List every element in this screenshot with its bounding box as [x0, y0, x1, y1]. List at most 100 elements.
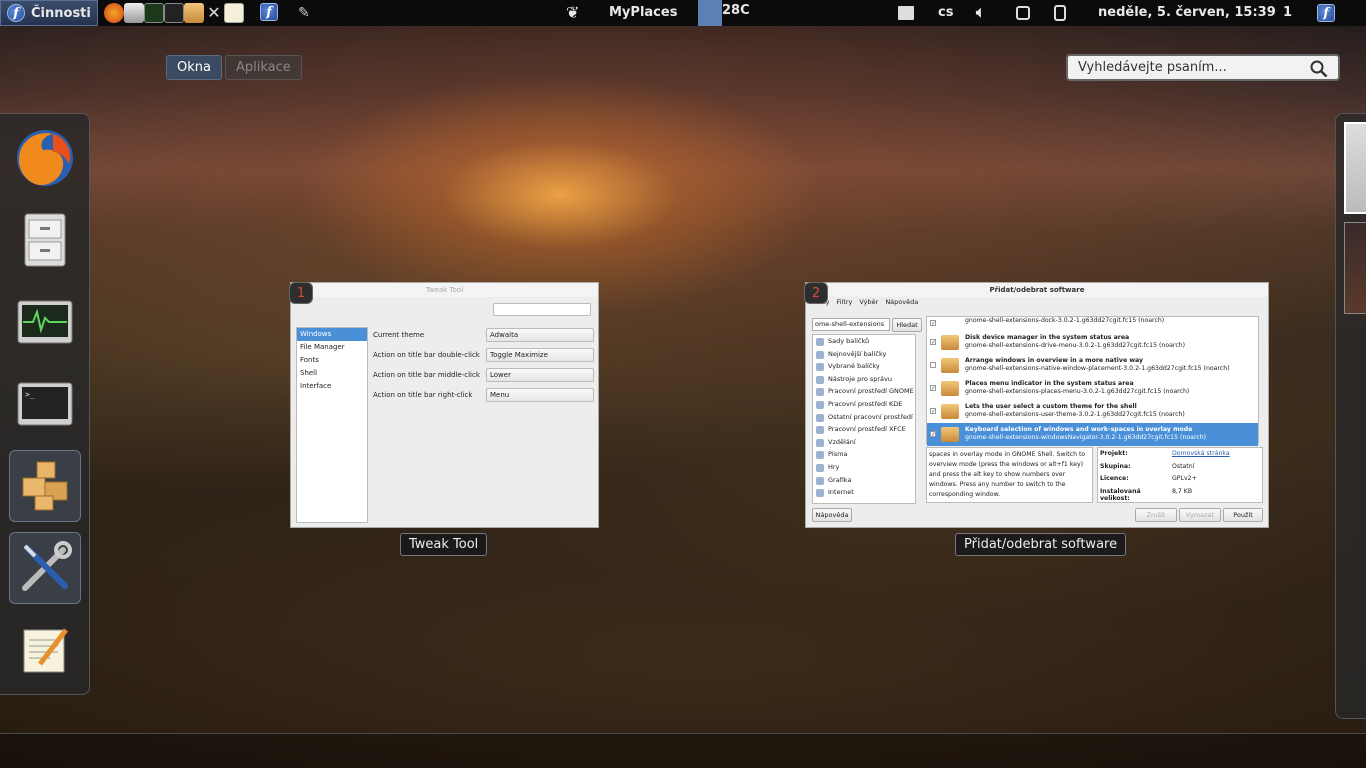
sidebar-item-interface[interactable]: Interface: [297, 380, 367, 393]
sidebar-item-windows[interactable]: Windows: [297, 328, 367, 341]
package-id: gnome-shell-extensions-native-window-pla…: [965, 365, 1230, 372]
package-checkbox[interactable]: ✓: [930, 320, 936, 327]
theme-combo[interactable]: Adwaita: [486, 328, 594, 342]
tweak-search-field[interactable]: [493, 303, 591, 316]
menu-filters[interactable]: Filtry: [836, 298, 852, 306]
dash-tweak-tool[interactable]: [9, 532, 81, 604]
clear-button[interactable]: Vymazat: [1179, 508, 1221, 522]
tab-applications[interactable]: Aplikace: [224, 55, 302, 80]
group-item[interactable]: Ostatní pracovní prostředí: [813, 411, 915, 424]
detail-label: Skupina:: [1100, 462, 1131, 470]
dash-files[interactable]: [9, 204, 81, 276]
window-number-badge: 1: [289, 282, 313, 304]
sidebar-item-shell[interactable]: Shell: [297, 367, 367, 380]
package-description: spaces in overlay mode in GNOME Shell. S…: [926, 447, 1093, 503]
battery-icon[interactable]: [1054, 5, 1066, 21]
group-item[interactable]: Vzdělání: [813, 436, 915, 449]
search-placeholder: Vyhledávejte psaním...: [1078, 60, 1227, 75]
window-title: Tweak Tool: [291, 283, 598, 297]
group-item[interactable]: Internet: [813, 486, 915, 499]
weather-cloud-icon[interactable]: [698, 0, 722, 26]
group-item[interactable]: Sady balíčků: [813, 335, 915, 348]
group-item[interactable]: Nástroje pro správu: [813, 373, 915, 386]
double-click-combo[interactable]: Toggle Maximize: [486, 348, 594, 362]
window-caption-tweak-tool[interactable]: Tweak Tool: [400, 533, 488, 556]
system-monitor-launcher-icon[interactable]: [144, 3, 164, 23]
weather-temperature[interactable]: 28C: [722, 3, 750, 18]
text-editor-launcher-icon[interactable]: [224, 3, 244, 23]
package-row[interactable]: Arrange windows in overview in a more na…: [927, 354, 1258, 377]
window-preview-add-remove-software[interactable]: Přidat/odebrat software Balíky Filtry Vý…: [805, 282, 1269, 528]
file-cabinet-launcher-icon[interactable]: [124, 3, 144, 23]
volume-icon[interactable]: 🔈︎: [976, 3, 985, 21]
group-item[interactable]: Pracovní prostředí KDE: [813, 398, 915, 411]
package-checkbox[interactable]: [930, 362, 936, 368]
package-row[interactable]: ✓ Lets the user select a custom theme fo…: [927, 400, 1258, 423]
search-input[interactable]: Vyhledávejte psaním...: [1066, 54, 1340, 81]
menu-selection[interactable]: Výběr: [859, 298, 878, 306]
group-item[interactable]: Nejnovější balíčky: [813, 348, 915, 361]
activities-button[interactable]: f Činnosti: [0, 0, 98, 26]
fedora-menu-icon[interactable]: f: [1317, 4, 1335, 22]
right-click-combo[interactable]: Menu: [486, 388, 594, 402]
window-title: Přidat/odebrat software: [806, 283, 1268, 297]
packages-launcher-icon[interactable]: [184, 3, 204, 23]
dash-text-editor[interactable]: [9, 614, 81, 686]
group-item[interactable]: Hry: [813, 461, 915, 474]
places-folder-icon[interactable]: [898, 6, 914, 20]
help-button[interactable]: Nápověda: [812, 508, 852, 522]
search-button[interactable]: Hledat: [892, 318, 922, 332]
dash-firefox[interactable]: [9, 122, 81, 194]
package-checkbox[interactable]: ✓: [930, 339, 936, 346]
tab-windows[interactable]: Okna: [166, 55, 222, 80]
package-row[interactable]: ✓ Places menu indicator in the system st…: [927, 377, 1258, 400]
workspace-indicator[interactable]: 1: [1283, 5, 1292, 20]
keyboard-layout[interactable]: cs: [938, 5, 953, 20]
pen-launcher-icon[interactable]: ✎: [298, 3, 318, 23]
package-list: ✓ gnome-shell-extensions-dock-3.0.2-1.g6…: [926, 316, 1259, 446]
package-checkbox[interactable]: ✓: [930, 431, 936, 438]
menu-help[interactable]: Nápověda: [885, 298, 918, 306]
package-checkbox[interactable]: ✓: [930, 385, 936, 392]
dash: >_: [0, 113, 90, 695]
group-item[interactable]: Vybrané balíčky: [813, 360, 915, 373]
package-name: Arrange windows in overview in a more na…: [965, 357, 1144, 364]
workspace-thumbnail-2[interactable]: [1344, 222, 1366, 314]
network-icon[interactable]: [1016, 6, 1030, 20]
cancel-button[interactable]: Zrušit: [1135, 508, 1177, 522]
dash-packages[interactable]: [9, 450, 81, 522]
group-item[interactable]: Písma: [813, 448, 915, 461]
terminal-launcher-icon[interactable]: [164, 3, 184, 23]
detail-label: Instalovaná velikost:: [1100, 487, 1141, 502]
window-caption-add-remove-software[interactable]: Přidat/odebrat software: [955, 533, 1127, 556]
dash-system-monitor[interactable]: [9, 286, 81, 358]
window-preview-tweak-tool[interactable]: Tweak Tool Windows File Manager Fonts Sh…: [290, 282, 599, 528]
sidebar-item-fonts[interactable]: Fonts: [297, 354, 367, 367]
tools-launcher-icon[interactable]: ✕: [204, 3, 224, 23]
dash-terminal[interactable]: >_: [9, 368, 81, 440]
gnome-foot-icon[interactable]: ❦: [566, 3, 579, 22]
apply-button[interactable]: Použít: [1223, 508, 1263, 522]
firefox-launcher-icon[interactable]: [104, 3, 124, 23]
workspace-thumbnail-1[interactable]: [1344, 122, 1366, 214]
homepage-link[interactable]: Domovská stránka: [1172, 450, 1230, 463]
package-checkbox[interactable]: ✓: [930, 408, 936, 415]
window-number-badge: 2: [804, 282, 828, 304]
fedora-launcher-icon[interactable]: f: [260, 3, 278, 21]
package-row[interactable]: ✓ Disk device manager in the system stat…: [927, 331, 1258, 354]
group-item[interactable]: Pracovní prostředí GNOME: [813, 385, 915, 398]
myplaces-menu[interactable]: MyPlaces: [609, 5, 677, 20]
middle-click-combo[interactable]: Lower: [486, 368, 594, 382]
setting-label: Current theme: [373, 331, 425, 339]
package-row-selected[interactable]: ✓ Keyboard selection of windows and work…: [927, 423, 1258, 446]
firefox-icon: [17, 130, 73, 186]
package-details: Projekt: Domovská stránka Skupina: Ostatní…: [1097, 447, 1263, 503]
group-item[interactable]: Grafika: [813, 474, 915, 487]
group-item[interactable]: Pracovní prostředí XFCE: [813, 423, 915, 436]
message-tray[interactable]: [0, 733, 1366, 768]
package-search-input[interactable]: ome-shell-extensions: [812, 318, 890, 331]
sidebar-item-file-manager[interactable]: File Manager: [297, 341, 367, 354]
clock[interactable]: neděle, 5. červen, 15:39: [1098, 5, 1276, 20]
detail-value: 8,7 KB: [1172, 487, 1193, 495]
package-row[interactable]: ✓ gnome-shell-extensions-dock-3.0.2-1.g6…: [927, 317, 1258, 331]
